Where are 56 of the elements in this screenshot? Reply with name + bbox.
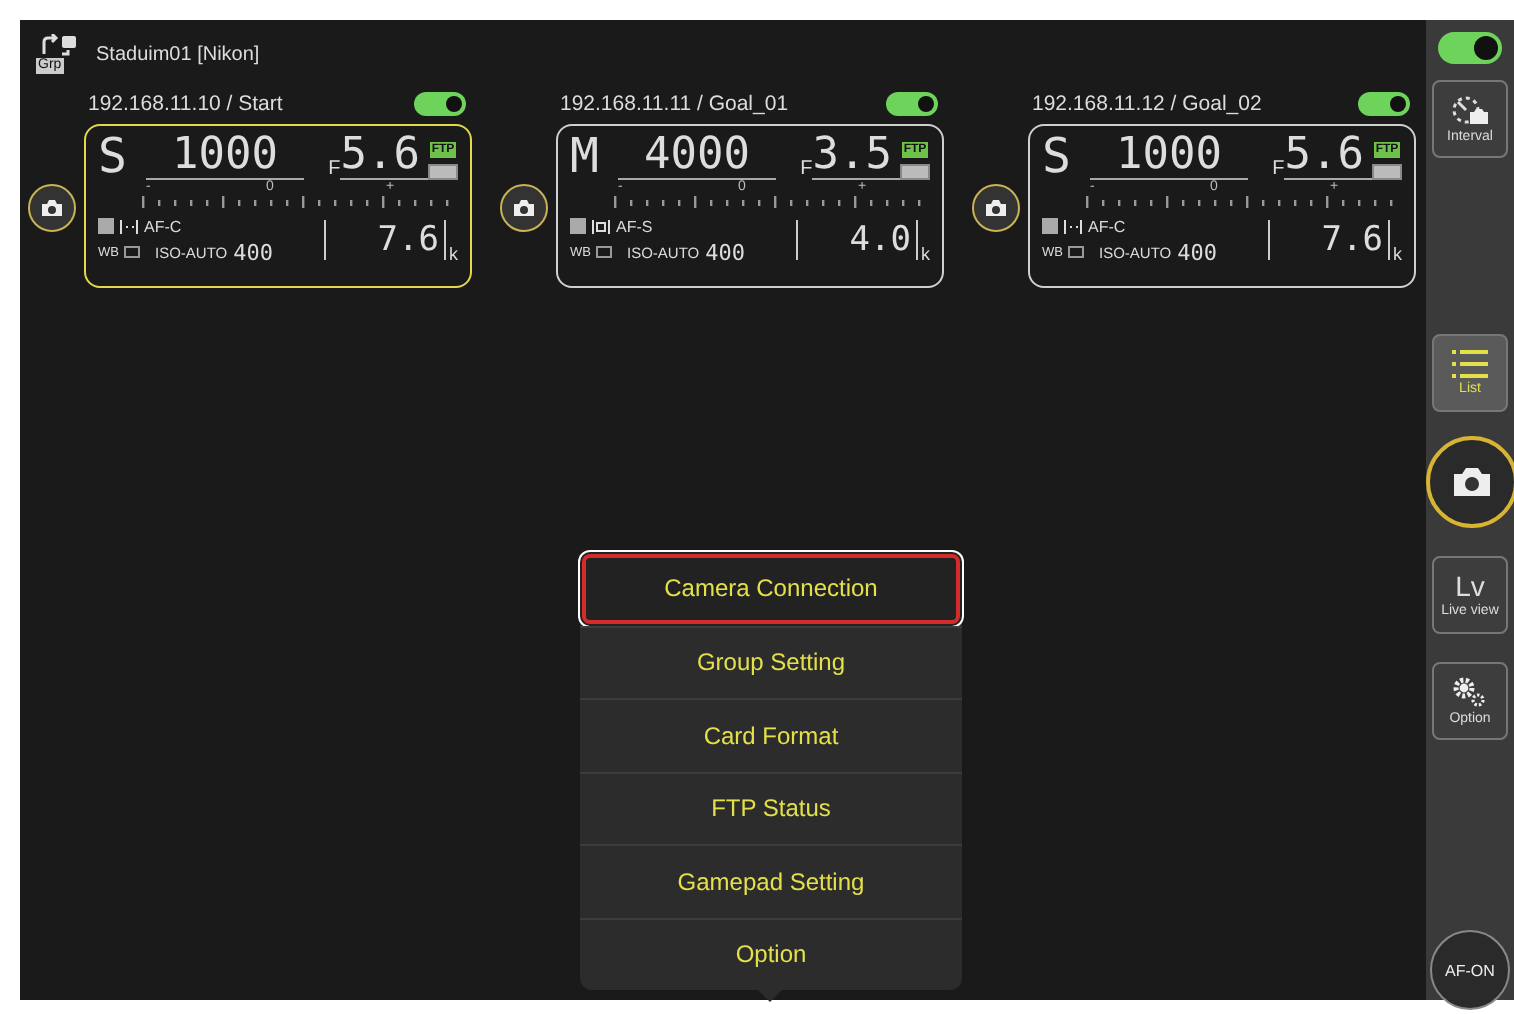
metering-icon xyxy=(98,218,114,234)
camera-label: 192.168.11.11 / Goal_01 xyxy=(558,92,789,116)
camera-toggle[interactable] xyxy=(886,92,938,116)
auto-wb-icon xyxy=(124,246,141,258)
buffer-unit: k xyxy=(449,244,458,264)
camera-icon xyxy=(512,198,536,218)
exposure-mode: S xyxy=(98,132,129,180)
battery-icon xyxy=(428,164,458,180)
gears-icon xyxy=(1452,676,1488,708)
menu-item[interactable]: Option xyxy=(580,917,962,990)
camera-label: 192.168.11.10 / Start xyxy=(86,92,283,116)
shutter-speed: 4000 xyxy=(617,134,777,180)
menu-item[interactable]: Camera Connection xyxy=(580,552,962,625)
buffer-count: 7.6 xyxy=(323,219,445,259)
list-icon xyxy=(1452,350,1488,378)
f-mark: F xyxy=(1272,158,1285,180)
menu-item[interactable]: Card Format xyxy=(580,698,962,771)
camera-icon xyxy=(984,198,1008,218)
shutter-speed: 1000 xyxy=(145,134,305,180)
buffer-count: 4.0 xyxy=(795,219,917,259)
battery-icon xyxy=(1372,164,1402,180)
group-title: Staduim01 [Nikon] xyxy=(96,43,260,65)
buffer-unit: k xyxy=(921,244,930,264)
buffer-unit: k xyxy=(1393,244,1402,264)
master-toggle[interactable] xyxy=(1438,32,1502,64)
auto-wb-icon xyxy=(1068,246,1085,258)
exposure-mode: S xyxy=(1042,132,1073,180)
menu-item[interactable]: Gamepad Setting xyxy=(580,844,962,917)
af-mode: AF-C xyxy=(1088,217,1126,235)
af-on-button[interactable]: AF-ON xyxy=(1430,930,1510,1010)
auto-wb-icon xyxy=(596,246,613,258)
camera-toggle[interactable] xyxy=(1358,92,1410,116)
metering-icon xyxy=(570,218,586,234)
menu-item[interactable]: Group Setting xyxy=(580,625,962,698)
buffer-count: 7.6 xyxy=(1267,219,1389,259)
af-mode: AF-C xyxy=(144,217,182,235)
camera-icon xyxy=(40,198,64,218)
camera-label: 192.168.11.12 / Goal_02 xyxy=(1030,92,1262,116)
f-mark: F xyxy=(328,158,341,180)
iso-value: 400 xyxy=(233,239,273,265)
camera-shutter-button[interactable] xyxy=(500,184,548,232)
shutter-speed: 1000 xyxy=(1089,134,1249,180)
camera-toggle[interactable] xyxy=(414,92,466,116)
shutter-button[interactable] xyxy=(1426,436,1514,528)
interval-timer-icon xyxy=(1450,94,1490,126)
iso-value: 400 xyxy=(1177,239,1217,265)
exposure-mode: M xyxy=(570,132,601,180)
f-mark: F xyxy=(800,158,813,180)
camera-shutter-button[interactable] xyxy=(28,184,76,232)
menu-item[interactable]: FTP Status xyxy=(580,771,962,844)
camera-icon xyxy=(1452,466,1492,498)
af-mode: AF-S xyxy=(616,217,653,235)
metering-icon xyxy=(1042,218,1058,234)
camera-shutter-button[interactable] xyxy=(972,184,1020,232)
battery-icon xyxy=(900,164,930,180)
iso-value: 400 xyxy=(705,239,745,265)
